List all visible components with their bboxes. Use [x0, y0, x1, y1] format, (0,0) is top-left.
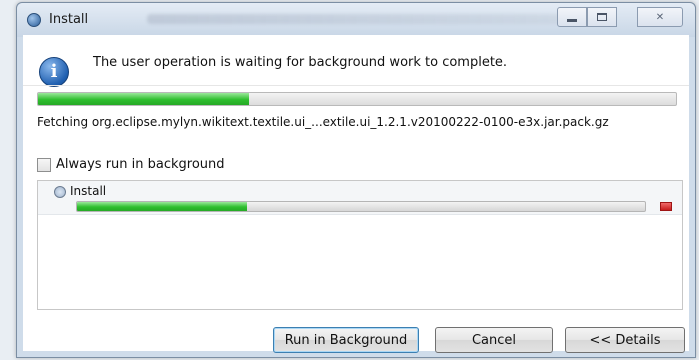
maximize-icon — [597, 13, 607, 21]
always-run-in-background-row[interactable]: Always run in background — [37, 157, 225, 172]
task-progress-bar — [76, 201, 646, 212]
dialog-content: i The user operation is waiting for back… — [23, 35, 689, 353]
status-message: The user operation is waiting for backgr… — [93, 55, 508, 70]
task-progress-fill — [77, 202, 248, 211]
window-title: Install — [49, 12, 89, 27]
details-button[interactable]: << Details — [565, 327, 685, 353]
overall-progress-fill — [38, 93, 249, 105]
close-button[interactable]: ✕ — [637, 7, 683, 27]
info-icon: i — [39, 57, 69, 87]
run-in-background-button[interactable]: Run in Background — [273, 327, 419, 353]
stop-task-button[interactable] — [660, 202, 672, 211]
cancel-button[interactable]: Cancel — [435, 327, 553, 353]
always-run-label: Always run in background — [56, 157, 225, 172]
title-bar[interactable]: Install ✕ — [17, 3, 695, 37]
app-icon — [27, 13, 41, 27]
divider — [23, 85, 689, 86]
fetching-status-text: Fetching org.eclipse.mylyn.wikitext.text… — [37, 115, 609, 129]
overall-progress-bar — [37, 92, 677, 106]
minimize-icon — [567, 18, 577, 22]
blurred-title-background — [147, 14, 577, 24]
details-panel: Install — [37, 180, 683, 310]
install-dialog-window: Install ✕ i The user operation is waitin… — [16, 2, 696, 358]
always-run-checkbox[interactable] — [37, 157, 51, 172]
minimize-button[interactable] — [557, 7, 587, 27]
maximize-button[interactable] — [587, 7, 617, 27]
install-task-icon — [54, 186, 66, 198]
task-row: Install — [38, 181, 682, 215]
close-icon: ✕ — [655, 11, 665, 23]
task-name: Install — [70, 184, 107, 198]
